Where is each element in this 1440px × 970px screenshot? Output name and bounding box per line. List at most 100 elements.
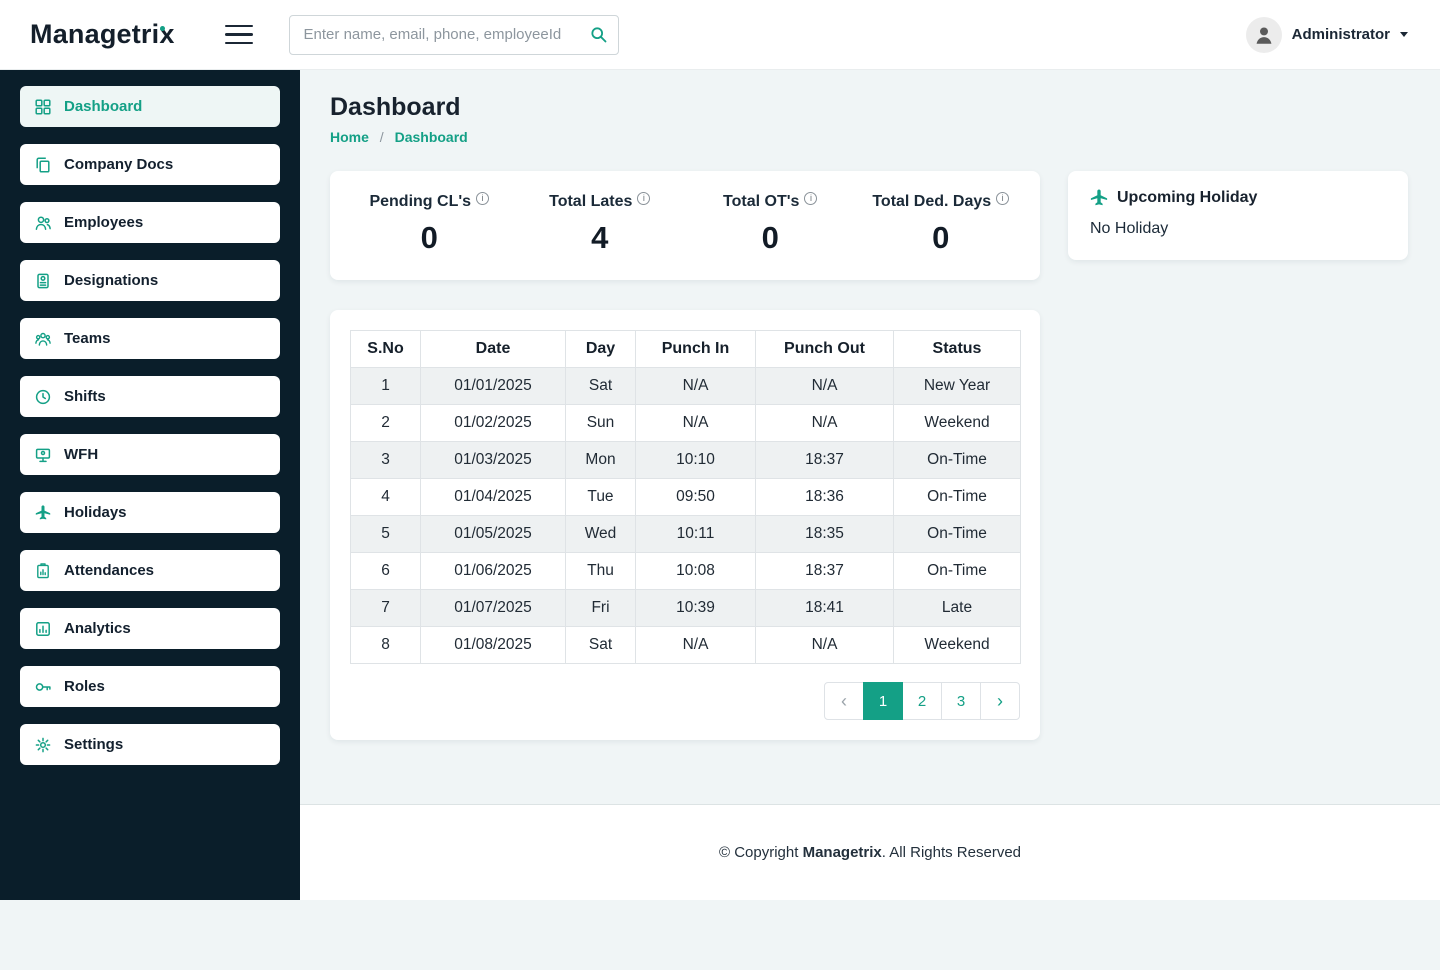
stat-value: 0: [856, 220, 1027, 256]
sidebar-item-teams[interactable]: Teams: [20, 318, 280, 359]
sidebar-item-roles[interactable]: Roles: [20, 666, 280, 707]
search-icon[interactable]: [590, 26, 607, 43]
table-cell: 4: [351, 479, 421, 516]
table-cell: 10:39: [636, 590, 756, 627]
table-cell: Weekend: [894, 405, 1021, 442]
table-cell: New Year: [894, 368, 1021, 405]
table-cell: 01/04/2025: [421, 479, 566, 516]
sidebar-item-employees[interactable]: Employees: [20, 202, 280, 243]
pagination-page-2[interactable]: 2: [902, 682, 942, 720]
sidebar-item-wfh[interactable]: WFH: [20, 434, 280, 475]
pagination-page-1[interactable]: 1: [863, 682, 903, 720]
breadcrumb-separator: /: [380, 129, 384, 145]
footer-brand: Managetrix: [803, 844, 882, 861]
logo-text: Managetrix: [30, 19, 175, 49]
sidebar-item-shifts[interactable]: Shifts: [20, 376, 280, 417]
sidebar-item-designations[interactable]: Designations: [20, 260, 280, 301]
table-cell: 8: [351, 627, 421, 664]
stat-total-ded-days: Total Ded. Daysi 0: [856, 193, 1027, 256]
table-cell: 5: [351, 516, 421, 553]
sidebar-item-label: Dashboard: [64, 98, 142, 115]
main-content: Dashboard Home / Dashboard Pending CL'si…: [300, 70, 1440, 900]
table-cell: Fri: [566, 590, 636, 627]
page-title: Dashboard: [330, 93, 1408, 122]
holiday-card-title: Upcoming Holiday: [1117, 189, 1257, 207]
stat-value: 0: [685, 220, 856, 256]
table-cell: 3: [351, 442, 421, 479]
table-cell: Weekend: [894, 627, 1021, 664]
sidebar-item-settings[interactable]: Settings: [20, 724, 280, 765]
sidebar-item-label: Analytics: [64, 620, 131, 637]
search-input[interactable]: [289, 15, 619, 55]
info-icon[interactable]: i: [637, 192, 650, 205]
table-cell: 01/07/2025: [421, 590, 566, 627]
stat-total-lates: Total Latesi 4: [515, 193, 686, 256]
attendance-table: S.No Date Day Punch In Punch Out Status …: [350, 330, 1021, 664]
table-cell: On-Time: [894, 516, 1021, 553]
table-cell: 6: [351, 553, 421, 590]
table-cell: 10:08: [636, 553, 756, 590]
info-icon[interactable]: i: [996, 192, 1009, 205]
table-header-cell: S.No: [351, 331, 421, 368]
table-cell: 01/02/2025: [421, 405, 566, 442]
table-row: 7 01/07/2025 Fri 10:39 18:41 Late: [351, 590, 1021, 627]
table-cell: N/A: [636, 627, 756, 664]
user-name: Administrator: [1292, 26, 1390, 43]
table-cell: Late: [894, 590, 1021, 627]
sidebar-item-label: WFH: [64, 446, 98, 463]
table-cell: Sat: [566, 627, 636, 664]
stat-label: Total Latesi: [515, 193, 686, 211]
sidebar-item-label: Attendances: [64, 562, 154, 579]
stat-label: Total OT'si: [685, 193, 856, 211]
breadcrumb-home-link[interactable]: Home: [330, 129, 369, 145]
stat-label: Total Ded. Daysi: [856, 193, 1027, 211]
stat-value: 4: [515, 220, 686, 256]
avatar[interactable]: [1246, 17, 1282, 53]
sidebar-item-label: Company Docs: [64, 156, 173, 173]
pagination-page-3[interactable]: 3: [941, 682, 981, 720]
table-cell: 18:35: [756, 516, 894, 553]
table-cell: On-Time: [894, 553, 1021, 590]
stat-total-ots: Total OT'si 0: [685, 193, 856, 256]
sidebar-item-dashboard[interactable]: Dashboard: [20, 86, 280, 127]
table-cell: 1: [351, 368, 421, 405]
sidebar-item-holidays[interactable]: Holidays: [20, 492, 280, 533]
table-cell: 01/05/2025: [421, 516, 566, 553]
chevron-down-icon: [1400, 32, 1408, 37]
table-cell: N/A: [756, 627, 894, 664]
table-row: 5 01/05/2025 Wed 10:11 18:35 On-Time: [351, 516, 1021, 553]
footer: © Copyright Managetrix. All Rights Reser…: [300, 804, 1440, 900]
info-icon[interactable]: i: [476, 192, 489, 205]
table-header-cell: Status: [894, 331, 1021, 368]
pagination-prev[interactable]: ‹: [824, 682, 864, 720]
hamburger-menu-icon[interactable]: [225, 25, 253, 45]
sidebar-item-company-docs[interactable]: Company Docs: [20, 144, 280, 185]
stat-pending-cls: Pending CL'si 0: [344, 193, 515, 256]
table-cell: Tue: [566, 479, 636, 516]
table-row: 8 01/08/2025 Sat N/A N/A Weekend: [351, 627, 1021, 664]
breadcrumb-current: Dashboard: [395, 129, 468, 145]
holiday-card-text: No Holiday: [1090, 220, 1386, 238]
sidebar-item-analytics[interactable]: Analytics: [20, 608, 280, 649]
table-cell: 09:50: [636, 479, 756, 516]
info-icon[interactable]: i: [804, 192, 817, 205]
sidebar-item-label: Roles: [64, 678, 105, 695]
sidebar-item-label: Designations: [64, 272, 158, 289]
sidebar-item-attendances[interactable]: Attendances: [20, 550, 280, 591]
table-cell: 7: [351, 590, 421, 627]
table-header-row: S.No Date Day Punch In Punch Out Status: [351, 331, 1021, 368]
pagination-next[interactable]: ›: [980, 682, 1020, 720]
table-cell: N/A: [756, 368, 894, 405]
pagination: ‹ 1 2 3 ›: [350, 682, 1020, 720]
table-cell: 2: [351, 405, 421, 442]
attendance-table-card: S.No Date Day Punch In Punch Out Status …: [330, 310, 1040, 740]
table-cell: 01/08/2025: [421, 627, 566, 664]
logo: Managetrix: [30, 19, 175, 50]
sidebar-nav: Dashboard Company Docs Employees Designa…: [20, 86, 280, 765]
table-cell: 18:37: [756, 442, 894, 479]
breadcrumb: Home / Dashboard: [330, 129, 1408, 145]
user-menu[interactable]: Administrator: [1246, 17, 1408, 53]
table-header-cell: Punch Out: [756, 331, 894, 368]
table-cell: 18:37: [756, 553, 894, 590]
sidebar-item-label: Settings: [64, 736, 123, 753]
